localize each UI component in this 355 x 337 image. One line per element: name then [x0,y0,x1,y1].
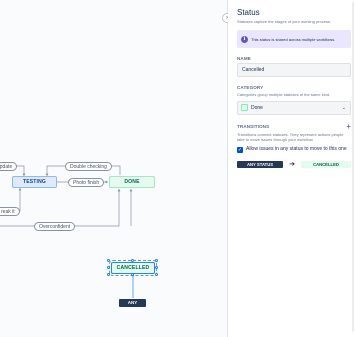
category-select[interactable]: Done ⌄ [237,100,351,115]
resize-handle-left[interactable] [107,266,110,269]
resize-handle-bottom[interactable] [131,273,134,276]
resize-handle-top-right[interactable] [155,259,158,262]
transition-double-checking-label[interactable]: Double checking [65,162,112,171]
status-node-done[interactable]: DONE [109,176,155,188]
shared-status-info-box: i This status is shared across multiple … [237,30,351,48]
transition-row[interactable]: ANY STATUS ➔ CANCELLED [237,160,351,168]
info-text: This status is shared across multiple wo… [251,36,336,42]
allow-any-status-checkbox[interactable]: ✓ [237,146,243,153]
workflow-canvas[interactable]: update Double checking Photo finish reak… [0,0,228,337]
resize-handle-top[interactable] [131,259,134,262]
arrow-right-icon: ➔ [289,160,295,168]
resize-handle-bottom-left[interactable] [107,273,110,276]
status-name-input[interactable]: Cancelled [237,63,351,77]
resize-handle-right[interactable] [155,266,158,269]
transitions-label: TRANSITIONS [237,124,270,129]
resize-handle-top-left[interactable] [107,259,110,262]
chevron-down-icon: ⌄ [341,104,346,111]
resize-handle-bottom-right[interactable] [155,273,158,276]
transition-break-it-label[interactable]: reak it [0,207,20,216]
allow-any-status-option[interactable]: ✓ Allow issues in any status to move to … [237,146,351,153]
transition-photo-finish-label[interactable]: Photo finish [68,178,105,187]
panel-title: Status [237,8,260,17]
any-status-node[interactable]: ANY STATUS [119,299,146,313]
allow-any-status-label: Allow issues in any status to move to th… [246,145,347,152]
transition-to-badge: CANCELLED [301,160,351,168]
category-value: Done [251,104,263,111]
transition-lines [0,165,135,298]
category-label: CATEGORY [237,85,264,90]
category-color-swatch [241,104,248,111]
category-description: Categories group multiple statuses of th… [237,92,331,97]
transition-overconfident-label[interactable]: Overconfident [34,222,76,231]
add-transition-icon[interactable]: + [346,122,351,130]
panel-scrollbar[interactable] [352,2,354,332]
transition-update-label[interactable]: update [0,162,18,171]
transitions-description: Transitions connect statuses. They repre… [237,131,344,143]
transition-from-badge: ANY STATUS [237,160,283,168]
panel-subtitle: Statuses capture the stages of your work… [237,19,332,24]
status-details-panel: Status Statuses capture the stages of yo… [228,0,355,337]
info-icon: i [241,35,248,43]
name-label: NAME [237,56,251,61]
status-node-testing[interactable]: TESTING [12,176,57,188]
